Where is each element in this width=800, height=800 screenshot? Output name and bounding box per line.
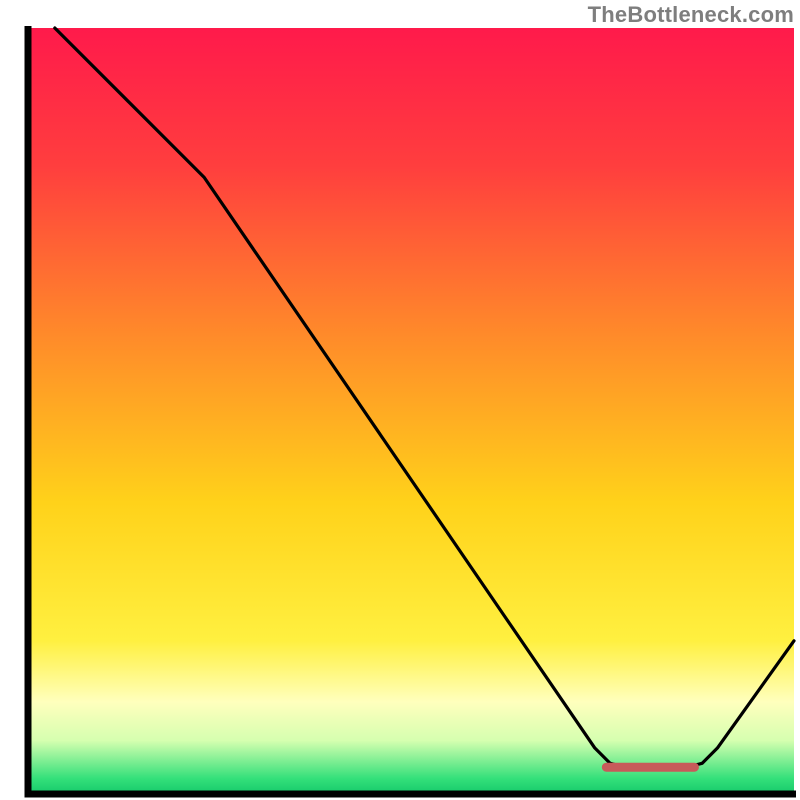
watermark: TheBottleneck.com bbox=[588, 2, 794, 28]
plot-background bbox=[28, 28, 794, 794]
chart-canvas bbox=[0, 0, 800, 800]
chart-root: TheBottleneck.com bbox=[0, 0, 800, 800]
